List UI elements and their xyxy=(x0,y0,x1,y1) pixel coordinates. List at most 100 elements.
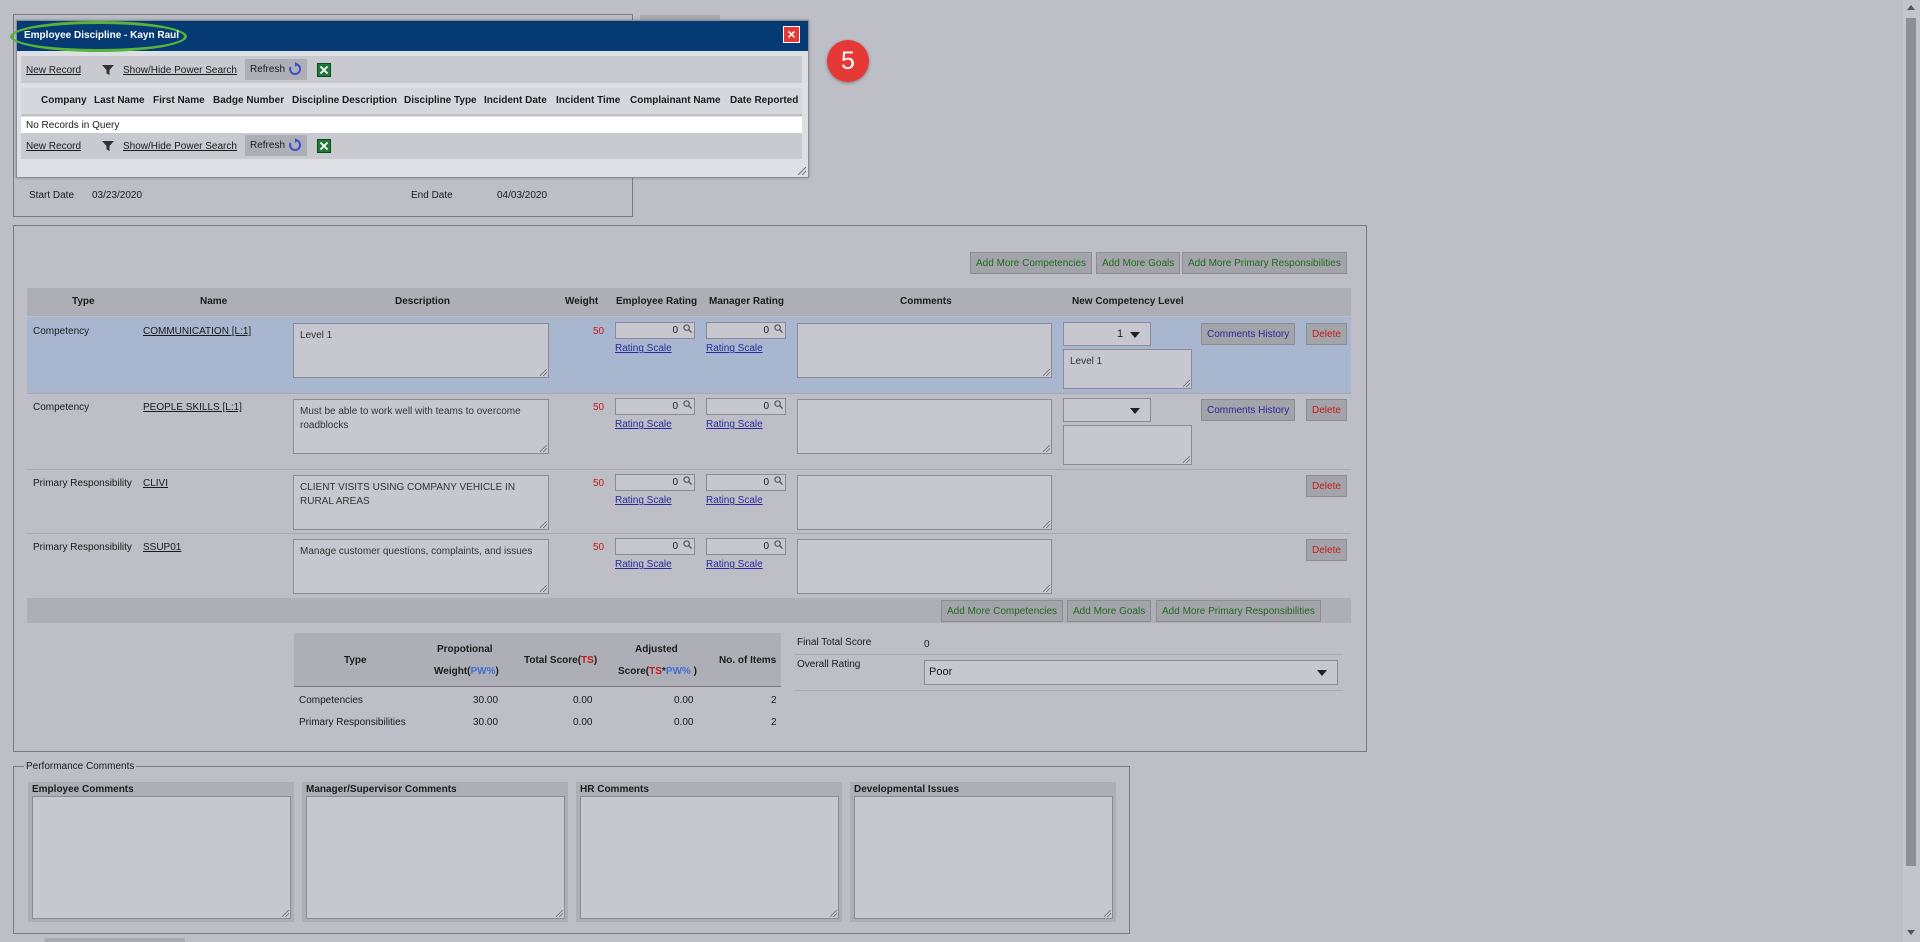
chevron-down-icon xyxy=(1317,670,1327,676)
summary-col-weight-line2: Weight(PW%) xyxy=(434,666,499,677)
performance-comments-legend: Performance Comments xyxy=(24,761,137,772)
refresh-button[interactable]: Refresh xyxy=(245,59,307,80)
row-name-link[interactable]: PEOPLE SKILLS [L:1] xyxy=(143,402,242,413)
overall-rating-divider xyxy=(795,690,1343,691)
description-textarea[interactable]: Manage customer questions, complaints, a… xyxy=(293,539,549,594)
row-type: Primary Responsibility xyxy=(33,478,132,489)
row-type: Competency xyxy=(33,326,90,337)
manager-rating-scale-link[interactable]: Rating Scale xyxy=(706,343,763,354)
resize-grip-icon[interactable] xyxy=(798,167,806,175)
manager-rating-input[interactable]: 0 xyxy=(706,538,786,555)
summary-col-type: Type xyxy=(344,655,367,666)
comments-textarea[interactable] xyxy=(797,539,1052,594)
scrollbar-thumb[interactable] xyxy=(1906,18,1916,866)
delete-button[interactable]: Delete xyxy=(1306,399,1347,421)
excel-icon[interactable] xyxy=(317,63,331,77)
delete-button[interactable]: Delete xyxy=(1306,323,1347,345)
manager-comments-label: Manager/Supervisor Comments xyxy=(306,784,457,795)
summary-col-adjusted-line2: Score(TS*PW% ) xyxy=(618,666,697,677)
search-icon[interactable] xyxy=(683,324,692,333)
modal-col-date-reported: Date Reported xyxy=(730,95,799,106)
modal-col-company: Company xyxy=(41,95,87,106)
start-date-value: 03/23/2020 xyxy=(92,190,143,201)
comments-history-button[interactable]: Comments History xyxy=(1201,399,1296,421)
manager-rating-scale-link[interactable]: Rating Scale xyxy=(706,419,763,430)
bottom-action-bar xyxy=(27,598,1351,623)
col-new-level: New Competency Level xyxy=(1072,296,1184,307)
employee-rating-scale-link[interactable]: Rating Scale xyxy=(615,559,672,570)
power-search-link[interactable]: Show/Hide Power Search xyxy=(123,65,237,76)
add-competencies-button-bottom[interactable]: Add More Competencies xyxy=(941,600,1064,622)
employee-rating-input[interactable]: 0 xyxy=(615,322,695,339)
level-select-value: 1 xyxy=(1117,328,1124,340)
search-icon[interactable] xyxy=(774,400,783,409)
employee-comments-textarea[interactable] xyxy=(32,796,291,919)
scroll-down-arrow[interactable] xyxy=(1907,930,1915,935)
close-icon[interactable]: × xyxy=(783,26,800,43)
adjusted-close: ) xyxy=(690,666,697,677)
manager-rating-input[interactable]: 0 xyxy=(706,322,786,339)
add-competencies-button-top[interactable]: Add More Competencies xyxy=(970,252,1093,274)
comments-history-button[interactable]: Comments History xyxy=(1201,323,1296,345)
employee-rating-input[interactable]: 0 xyxy=(615,474,695,491)
final-score-divider xyxy=(795,654,1343,655)
developmental-issues-label: Developmental Issues xyxy=(854,784,960,795)
summary-col-items: No. of Items xyxy=(719,655,777,666)
competency-level-select[interactable] xyxy=(1063,398,1151,422)
row-weight: 50 xyxy=(593,402,605,413)
manager-rating-scale-link[interactable]: Rating Scale xyxy=(706,559,763,570)
manager-rating-value: 0 xyxy=(763,401,769,412)
description-textarea[interactable]: Level 1 xyxy=(293,323,549,378)
excel-icon[interactable] xyxy=(317,139,331,153)
add-goals-button-top[interactable]: Add More Goals xyxy=(1096,252,1181,274)
row-name-link[interactable]: COMMUNICATION [L:1] xyxy=(143,326,251,337)
competency-level-select[interactable]: 1 xyxy=(1063,322,1151,346)
description-textarea[interactable]: Must be able to work well with teams to … xyxy=(293,399,549,454)
manager-comments-textarea[interactable] xyxy=(306,796,565,919)
manager-rating-scale-link[interactable]: Rating Scale xyxy=(706,495,763,506)
new-record-link-bottom[interactable]: New Record xyxy=(26,141,81,152)
employee-rating-scale-link[interactable]: Rating Scale xyxy=(615,343,672,354)
col-description: Description xyxy=(395,296,451,307)
hr-comments-textarea[interactable] xyxy=(580,796,839,919)
search-icon[interactable] xyxy=(683,400,692,409)
refresh-button-bottom[interactable]: Refresh xyxy=(245,135,307,156)
search-icon[interactable] xyxy=(683,540,692,549)
search-icon[interactable] xyxy=(774,324,783,333)
overall-rating-select[interactable]: Poor xyxy=(924,660,1338,685)
row-name-link[interactable]: CLIVI xyxy=(143,478,168,489)
new-record-link[interactable]: New Record xyxy=(26,65,81,76)
employee-rating-scale-link[interactable]: Rating Scale xyxy=(615,495,672,506)
row-type: Competency xyxy=(33,402,90,413)
comments-textarea[interactable] xyxy=(797,323,1052,378)
chevron-down-icon xyxy=(1130,408,1140,414)
add-goals-button-bottom[interactable]: Add More Goals xyxy=(1067,600,1152,622)
search-icon[interactable] xyxy=(683,476,692,485)
search-icon[interactable] xyxy=(774,476,783,485)
add-primary-button-top[interactable]: Add More Primary Responsibilities xyxy=(1182,252,1347,274)
delete-button[interactable]: Delete xyxy=(1306,539,1347,561)
add-primary-button-bottom[interactable]: Add More Primary Responsibilities xyxy=(1156,600,1321,622)
employee-rating-input[interactable]: 0 xyxy=(615,398,695,415)
summary-row-weight: 30.00 xyxy=(473,717,499,728)
employee-rating-scale-link[interactable]: Rating Scale xyxy=(615,419,672,430)
comments-textarea[interactable] xyxy=(797,399,1052,454)
manager-rating-input[interactable]: 0 xyxy=(706,398,786,415)
power-search-link-bottom[interactable]: Show/Hide Power Search xyxy=(123,141,237,152)
summary-row-type: Primary Responsibilities xyxy=(299,717,406,728)
manager-rating-input[interactable]: 0 xyxy=(706,474,786,491)
page-scrollbar[interactable] xyxy=(1903,0,1920,942)
comments-textarea[interactable] xyxy=(797,475,1052,530)
modal-col-complainant-name: Complainant Name xyxy=(630,95,721,106)
level-description-textarea[interactable] xyxy=(1063,425,1192,465)
search-icon[interactable] xyxy=(774,540,783,549)
developmental-issues-textarea[interactable] xyxy=(854,796,1113,919)
description-textarea[interactable]: CLIENT VISITS USING COMPANY VEHICLE IN R… xyxy=(293,475,549,530)
level-description-textarea[interactable]: Level 1 xyxy=(1063,349,1192,389)
scroll-up-arrow[interactable] xyxy=(1907,5,1915,10)
employee-rating-input[interactable]: 0 xyxy=(615,538,695,555)
delete-button[interactable]: Delete xyxy=(1306,475,1347,497)
manager-rating-value: 0 xyxy=(763,477,769,488)
weight-label: Weight( xyxy=(434,666,471,677)
row-name-link[interactable]: SSUP01 xyxy=(143,542,181,553)
